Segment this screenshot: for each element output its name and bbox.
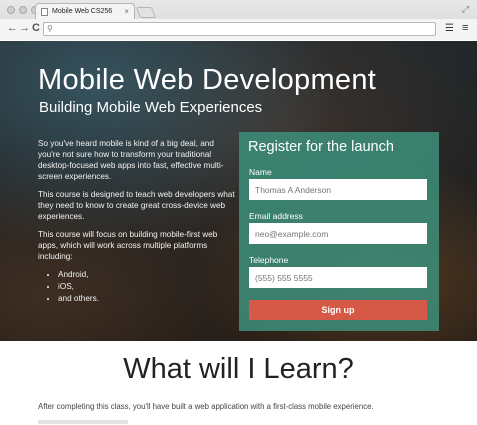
register-panel: Register for the launch Name Email addre…	[239, 132, 439, 331]
page-title: Mobile Web Development	[38, 64, 377, 96]
tab-title: Mobile Web CS256	[52, 8, 113, 15]
page-icon	[41, 8, 48, 16]
page-subtitle: Building Mobile Web Experiences	[39, 99, 263, 116]
back-button[interactable]: ←	[7, 22, 18, 34]
intro-paragraph: This course will focus on building mobil…	[38, 230, 218, 261]
email-field[interactable]	[249, 223, 427, 244]
register-title: Register for the launch	[248, 139, 394, 155]
list-item: iOS,	[58, 281, 238, 292]
fullscreen-icon[interactable]: ⤢	[462, 4, 469, 15]
list-item: and others.	[58, 293, 238, 304]
section-text: After completing this class, you'll have…	[38, 402, 374, 411]
email-label: Email address	[249, 211, 303, 221]
close-window-button[interactable]	[7, 6, 15, 14]
new-tab-button[interactable]	[135, 7, 157, 18]
section-title: What will I Learn?	[123, 353, 354, 385]
platform-list: Android, iOS, and others.	[58, 269, 238, 304]
address-bar[interactable]: ⚲	[43, 22, 436, 36]
browser-tab[interactable]: Mobile Web CS256 ×	[35, 3, 135, 19]
minimize-window-button[interactable]	[19, 6, 27, 14]
toolbar: ← → C ⚲ ☰ ≡	[0, 19, 477, 40]
hero-section: Mobile Web Development Building Mobile W…	[0, 41, 477, 341]
search-icon: ⚲	[47, 24, 53, 33]
tab-close-icon[interactable]: ×	[124, 7, 129, 16]
forward-button[interactable]: →	[19, 22, 30, 34]
cut-off-text	[38, 420, 128, 424]
intro-paragraph: So you've heard mobile is kind of a big …	[38, 139, 224, 181]
telephone-label: Telephone	[249, 255, 289, 265]
stack-icon[interactable]: ☰	[445, 23, 454, 34]
name-field[interactable]	[249, 179, 427, 200]
sign-up-button[interactable]: Sign up	[249, 300, 427, 320]
course-intro: So you've heard mobile is kind of a big …	[38, 138, 238, 305]
reload-button[interactable]: C	[32, 22, 40, 34]
telephone-field[interactable]	[249, 267, 427, 288]
list-item: Android,	[58, 269, 238, 280]
intro-paragraph: This course is designed to teach web dev…	[38, 190, 235, 221]
menu-icon[interactable]: ≡	[462, 22, 468, 34]
name-label: Name	[249, 167, 272, 177]
browser-chrome: Mobile Web CS256 × ⤢ ← → C ⚲ ☰ ≡	[0, 0, 477, 40]
